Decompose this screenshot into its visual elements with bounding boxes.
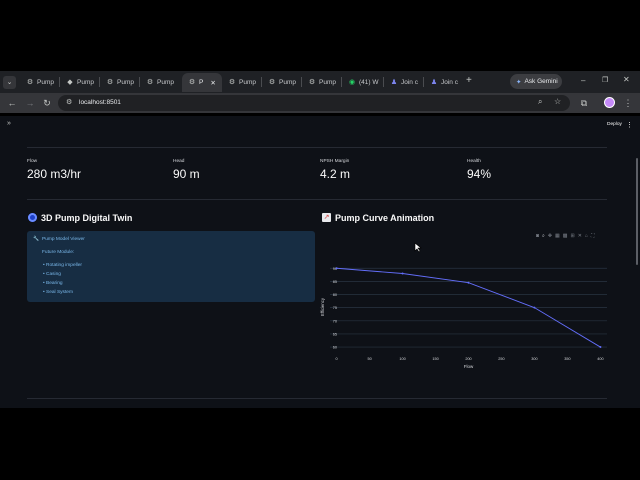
y-axis-label: Efficiency — [320, 297, 325, 316]
data-point — [401, 272, 404, 275]
x-tick-label: 250 — [498, 357, 504, 361]
x-tick-label: 50 — [367, 357, 371, 361]
x-tick-label: 300 — [531, 357, 537, 361]
x-tick-label: 200 — [465, 357, 471, 361]
y-tick-label: 85 — [333, 280, 337, 284]
x-tick-label: 100 — [399, 357, 405, 361]
y-tick-label: 80 — [333, 293, 337, 297]
data-point — [599, 346, 602, 349]
x-tick-label: 350 — [564, 357, 570, 361]
x-tick-label: 150 — [432, 357, 438, 361]
mouse-cursor-icon — [414, 242, 422, 253]
y-tick-label: 75 — [333, 306, 337, 310]
y-tick-label: 70 — [333, 319, 337, 323]
y-tick-label: 60 — [333, 346, 337, 350]
pump-curve-chart[interactable]: 606570758085900 50 100 150 200 250 300 350 400Fl… — [0, 0, 640, 480]
divider — [27, 398, 607, 399]
y-tick-label: 65 — [333, 332, 337, 336]
data-point — [467, 281, 470, 284]
data-point — [335, 267, 338, 270]
x-tick-label: 400 — [597, 357, 603, 361]
x-axis-label: Flow — [464, 364, 474, 369]
x-tick-label: 0 — [336, 357, 338, 361]
data-point — [533, 306, 536, 309]
